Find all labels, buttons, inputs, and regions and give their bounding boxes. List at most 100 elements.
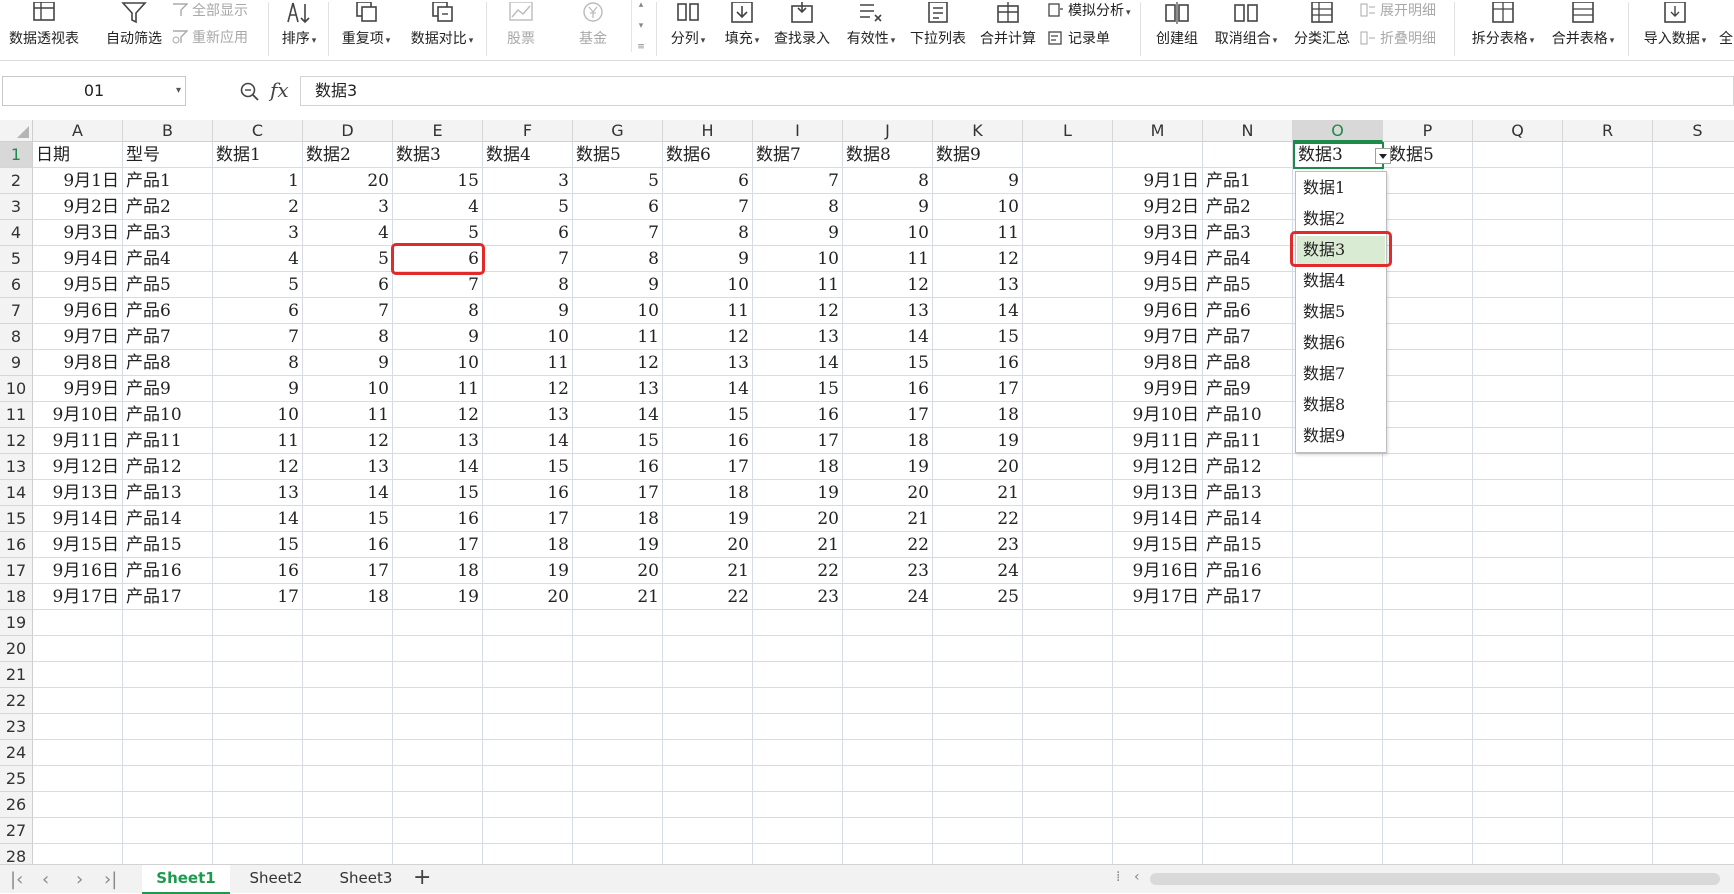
cell-m26[interactable]	[1113, 792, 1203, 818]
cell-a21[interactable]	[33, 662, 123, 688]
cell-j6[interactable]: 12	[843, 272, 933, 298]
cell-g6[interactable]: 9	[573, 272, 663, 298]
record-sheet-button[interactable]: 记录单	[1048, 28, 1110, 48]
cell-h4[interactable]: 8	[663, 220, 753, 246]
cell-p9[interactable]	[1383, 350, 1473, 376]
row-header-17[interactable]: 17	[0, 558, 33, 584]
cell-c4[interactable]: 3	[213, 220, 303, 246]
cell-m19[interactable]	[1113, 610, 1203, 636]
cell-s1[interactable]	[1653, 142, 1734, 168]
cell-f8[interactable]: 10	[483, 324, 573, 350]
validation-dropdown-list[interactable]: 数据1 数据2 数据3 数据4 数据5 数据6 数据7 数据8 数据9	[1295, 171, 1387, 453]
show-all-button[interactable]: 全部显示	[172, 0, 248, 20]
cell-k14[interactable]: 21	[933, 480, 1023, 506]
row-header-5[interactable]: 5	[0, 246, 33, 272]
row-header-15[interactable]: 15	[0, 506, 33, 532]
cell-k17[interactable]: 24	[933, 558, 1023, 584]
cell-a23[interactable]	[33, 714, 123, 740]
cell-e12[interactable]: 13	[393, 428, 483, 454]
cell-l7[interactable]	[1023, 298, 1113, 324]
cell-r14[interactable]	[1563, 480, 1653, 506]
cell-j10[interactable]: 16	[843, 376, 933, 402]
cell-m6[interactable]: 9月5日	[1113, 272, 1203, 298]
cell-f14[interactable]: 16	[483, 480, 573, 506]
cell-o18[interactable]	[1293, 584, 1383, 610]
cell-a16[interactable]: 9月15日	[33, 532, 123, 558]
cell-q19[interactable]	[1473, 610, 1563, 636]
row-header-20[interactable]: 20	[0, 636, 33, 662]
cell-n4[interactable]: 产品3	[1203, 220, 1293, 246]
cell-h9[interactable]: 13	[663, 350, 753, 376]
cell-a26[interactable]	[33, 792, 123, 818]
cell-o22[interactable]	[1293, 688, 1383, 714]
prev-sheet-icon[interactable]: ‹	[42, 869, 49, 890]
chevron-down-icon[interactable]: ▾	[176, 77, 181, 105]
cell-p6[interactable]	[1383, 272, 1473, 298]
cell-h16[interactable]: 20	[663, 532, 753, 558]
cell-b20[interactable]	[123, 636, 213, 662]
cell-c17[interactable]: 16	[213, 558, 303, 584]
cell-f18[interactable]: 20	[483, 584, 573, 610]
cell-a14[interactable]: 9月13日	[33, 480, 123, 506]
cell-l5[interactable]	[1023, 246, 1113, 272]
cell-s18[interactable]	[1653, 584, 1734, 610]
cell-q3[interactable]	[1473, 194, 1563, 220]
validity-button[interactable]: 有效性 ▾	[840, 0, 902, 60]
cell-s7[interactable]	[1653, 298, 1734, 324]
cell-g25[interactable]	[573, 766, 663, 792]
cell-j25[interactable]	[843, 766, 933, 792]
what-if-button[interactable]: 模拟分析 ▾	[1048, 0, 1131, 20]
cell-m20[interactable]	[1113, 636, 1203, 662]
cell-g20[interactable]	[573, 636, 663, 662]
cell-e9[interactable]: 10	[393, 350, 483, 376]
cell-n23[interactable]	[1203, 714, 1293, 740]
cell-f1[interactable]: 数据4	[483, 142, 573, 168]
cell-r12[interactable]	[1563, 428, 1653, 454]
cell-i4[interactable]: 9	[753, 220, 843, 246]
cell-s6[interactable]	[1653, 272, 1734, 298]
cell-e22[interactable]	[393, 688, 483, 714]
cell-d11[interactable]: 11	[303, 402, 393, 428]
cell-o21[interactable]	[1293, 662, 1383, 688]
cell-d9[interactable]: 9	[303, 350, 393, 376]
cell-p2[interactable]	[1383, 168, 1473, 194]
cell-g27[interactable]	[573, 818, 663, 844]
cell-r15[interactable]	[1563, 506, 1653, 532]
expand-detail-button[interactable]: 展开明细	[1360, 0, 1436, 20]
cell-q17[interactable]	[1473, 558, 1563, 584]
cell-c2[interactable]: 1	[213, 168, 303, 194]
cell-n16[interactable]: 产品15	[1203, 532, 1293, 558]
lookup-entry-button[interactable]: 查找录入	[770, 0, 834, 60]
horizontal-scrollbar[interactable]	[1150, 873, 1720, 885]
cell-e7[interactable]: 8	[393, 298, 483, 324]
cell-f26[interactable]	[483, 792, 573, 818]
cell-h1[interactable]: 数据6	[663, 142, 753, 168]
cell-q21[interactable]	[1473, 662, 1563, 688]
cell-b18[interactable]: 产品17	[123, 584, 213, 610]
cell-c16[interactable]: 15	[213, 532, 303, 558]
cell-g5[interactable]: 8	[573, 246, 663, 272]
cell-b2[interactable]: 产品1	[123, 168, 213, 194]
cell-g26[interactable]	[573, 792, 663, 818]
cell-d15[interactable]: 15	[303, 506, 393, 532]
cell-s9[interactable]	[1653, 350, 1734, 376]
cell-f3[interactable]: 5	[483, 194, 573, 220]
cell-n8[interactable]: 产品7	[1203, 324, 1293, 350]
cell-i23[interactable]	[753, 714, 843, 740]
cell-l13[interactable]	[1023, 454, 1113, 480]
cell-g3[interactable]: 6	[573, 194, 663, 220]
row-header-18[interactable]: 18	[0, 584, 33, 610]
cell-n11[interactable]: 产品10	[1203, 402, 1293, 428]
cell-a9[interactable]: 9月8日	[33, 350, 123, 376]
cell-d5[interactable]: 5	[303, 246, 393, 272]
cell-q1[interactable]	[1473, 142, 1563, 168]
cell-i2[interactable]: 7	[753, 168, 843, 194]
cell-a12[interactable]: 9月11日	[33, 428, 123, 454]
cell-g11[interactable]: 14	[573, 402, 663, 428]
cell-s15[interactable]	[1653, 506, 1734, 532]
cell-a10[interactable]: 9月9日	[33, 376, 123, 402]
column-header-b[interactable]: B	[123, 120, 213, 142]
cell-n1[interactable]	[1203, 142, 1293, 168]
cell-f11[interactable]: 13	[483, 402, 573, 428]
cell-l24[interactable]	[1023, 740, 1113, 766]
